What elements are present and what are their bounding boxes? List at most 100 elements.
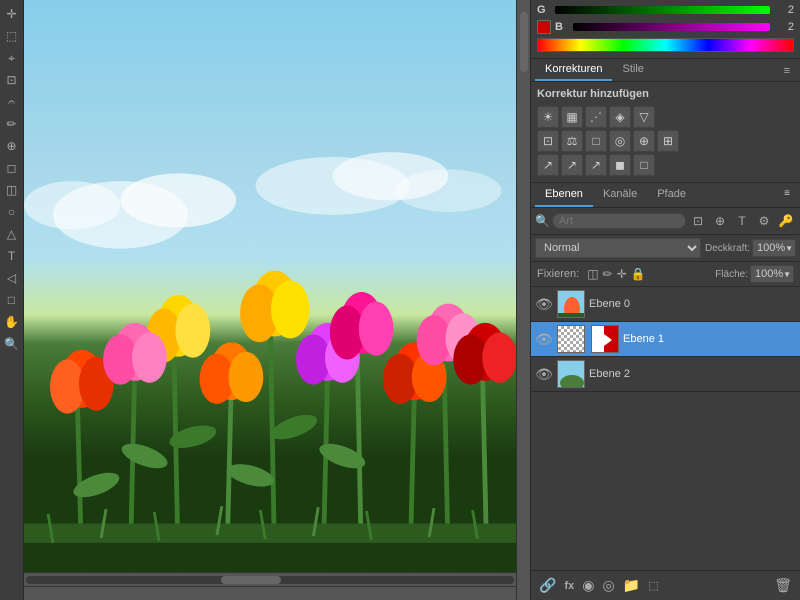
blend-mode-select[interactable]: Normal Multiplizieren Abdunkeln Aufhelle…: [535, 238, 701, 258]
correction-selective-color[interactable]: □: [633, 154, 655, 176]
canvas-scrollbar-h[interactable]: [24, 572, 516, 586]
opacity-control: Deckkraft: 100% ▼: [705, 239, 796, 257]
canvas-image[interactable]: [24, 0, 516, 572]
opacity-value[interactable]: 100% ▼: [752, 239, 796, 257]
correction-brightness[interactable]: ☀: [537, 106, 559, 128]
corrections-icons-row3: ↗ ↗ ↗ ◼ □: [537, 154, 794, 176]
layer-item-2[interactable]: 👁 Ebene 2: [531, 357, 800, 392]
tool-eraser[interactable]: ◻: [2, 158, 22, 178]
correction-vibrance[interactable]: ▽: [633, 106, 655, 128]
correction-photo-filter[interactable]: ◎: [609, 130, 631, 152]
corrections-panel-menu[interactable]: ≡: [778, 61, 796, 81]
tool-eyedropper[interactable]: 𝄐: [2, 92, 22, 112]
link-layers-icon[interactable]: 🔗: [537, 575, 558, 596]
canvas-area: [24, 0, 516, 600]
tool-clone[interactable]: ⊕: [2, 136, 22, 156]
lock-position-icon[interactable]: ✛: [617, 267, 627, 281]
new-group-icon[interactable]: 📁: [621, 575, 642, 596]
correction-threshold[interactable]: ↗: [585, 154, 607, 176]
color-g-row: G 2: [537, 4, 794, 16]
layer-search-bar[interactable]: [552, 213, 686, 229]
tool-zoom[interactable]: 🔍: [2, 334, 22, 354]
color-b-row: B 2: [537, 20, 794, 34]
tool-hand[interactable]: ✋: [2, 312, 22, 332]
spectrum-strip[interactable]: [537, 38, 794, 52]
canvas-container[interactable]: [24, 0, 516, 572]
tool-gradient[interactable]: ◫: [2, 180, 22, 200]
corrections-icons-row2: ⊡ ⚖ □ ◎ ⊕ ⊞: [537, 130, 794, 152]
tab-stile[interactable]: Stile: [612, 59, 653, 81]
correction-bw[interactable]: □: [585, 130, 607, 152]
layer-item-0[interactable]: 👁 Ebene 0: [531, 287, 800, 322]
fill-label: Fläche:: [715, 269, 748, 280]
tool-select[interactable]: ⬚: [2, 26, 22, 46]
fixieren-label: Fixieren:: [537, 268, 579, 280]
layer-item-1[interactable]: 👁 Ebene 1: [531, 322, 800, 357]
correction-exposure[interactable]: ◈: [609, 106, 631, 128]
canvas-status-bar: [24, 586, 516, 600]
layers-panel-menu[interactable]: ≡: [778, 183, 796, 207]
tab-korrekturen[interactable]: Korrekturen: [535, 59, 612, 81]
layers-list: 👁 Ebene 0 👁: [531, 287, 800, 570]
lock-all-icon[interactable]: 🔒: [631, 267, 646, 281]
b-slider[interactable]: [573, 23, 770, 31]
tab-kanaele[interactable]: Kanäle: [593, 183, 647, 207]
layer-search-input[interactable]: [559, 215, 679, 227]
tool-type[interactable]: T: [2, 246, 22, 266]
b-value: 2: [774, 21, 794, 33]
layer-2-name: Ebene 2: [589, 368, 796, 380]
g-slider[interactable]: [555, 6, 770, 14]
corrections-title: Korrektur hinzufügen: [537, 88, 794, 100]
h-scrollbar-thumb[interactable]: [221, 576, 281, 584]
color-section: G 2 B 2: [531, 0, 800, 59]
tool-move[interactable]: ✛: [2, 4, 22, 24]
correction-channel-mixer[interactable]: ⊕: [633, 130, 655, 152]
flowers-svg: [24, 57, 516, 572]
tool-crop[interactable]: ⊡: [2, 70, 22, 90]
layer-1-mask: [591, 325, 619, 353]
tool-pen[interactable]: △: [2, 224, 22, 244]
correction-invert[interactable]: ↗: [537, 154, 559, 176]
correction-curves[interactable]: ⋰: [585, 106, 607, 128]
fill-value[interactable]: 100% ▼: [750, 265, 794, 283]
layer-filter-btn3[interactable]: T: [732, 211, 752, 231]
correction-balance[interactable]: ⚖: [561, 130, 583, 152]
add-mask-icon[interactable]: ◉: [580, 575, 596, 596]
tool-brush[interactable]: ✏: [2, 114, 22, 134]
layer-filter-btn4[interactable]: ⚙: [754, 211, 774, 231]
tool-dodge[interactable]: ○: [2, 202, 22, 222]
opacity-label: Deckkraft:: [705, 243, 750, 254]
correction-color-lookup[interactable]: ⊞: [657, 130, 679, 152]
v-scrollbar-thumb[interactable]: [520, 12, 528, 72]
delete-layer-icon[interactable]: 🗑: [772, 575, 794, 596]
tab-pfade[interactable]: Pfade: [647, 183, 696, 207]
left-toolbar: ✛ ⬚ ⌖ ⊡ 𝄐 ✏ ⊕ ◻ ◫ ○ △ T ◁ □ ✋ 🔍: [0, 0, 24, 600]
tool-lasso[interactable]: ⌖: [2, 48, 22, 68]
layer-style-icon[interactable]: fx: [562, 578, 576, 594]
layers-panel: Ebenen Kanäle Pfade ≡ 🔍 ⊡ ⊕ T ⚙ 🔑: [531, 183, 800, 600]
tool-path-select[interactable]: ◁: [2, 268, 22, 288]
layer-0-visibility[interactable]: 👁: [535, 296, 553, 313]
layer-filter-btn2[interactable]: ⊕: [710, 211, 730, 231]
correction-gradient-map[interactable]: ◼: [609, 154, 631, 176]
layer-filter-btn5[interactable]: 🔑: [776, 211, 796, 231]
layer-1-name: Ebene 1: [623, 333, 796, 345]
add-adjustment-icon[interactable]: ◎: [600, 575, 616, 596]
correction-hsl[interactable]: ⊡: [537, 130, 559, 152]
corrections-icons-row1: ☀ ▦ ⋰ ◈ ▽: [537, 106, 794, 128]
correction-posterize[interactable]: ↗: [561, 154, 583, 176]
search-icon: 🔍: [535, 214, 550, 228]
layer-1-visibility[interactable]: 👁: [535, 331, 553, 348]
correction-levels[interactable]: ▦: [561, 106, 583, 128]
new-layer-icon[interactable]: ⬚: [646, 577, 660, 594]
corrections-section: Korrektur hinzufügen ☀ ▦ ⋰ ◈ ▽ ⊡ ⚖ □ ◎ ⊕…: [531, 82, 800, 183]
tool-shape[interactable]: □: [2, 290, 22, 310]
lock-pixels-icon[interactable]: ✏: [603, 267, 613, 281]
h-scrollbar-track: [26, 576, 514, 584]
canvas-vscroll[interactable]: [516, 0, 530, 600]
layer-2-visibility[interactable]: 👁: [535, 366, 553, 383]
lock-transparent-icon[interactable]: ◫: [587, 267, 598, 281]
tab-ebenen[interactable]: Ebenen: [535, 183, 593, 207]
layer-filter-btn1[interactable]: ⊡: [688, 211, 708, 231]
corrections-tabs: Korrekturen Stile ≡: [531, 59, 800, 82]
